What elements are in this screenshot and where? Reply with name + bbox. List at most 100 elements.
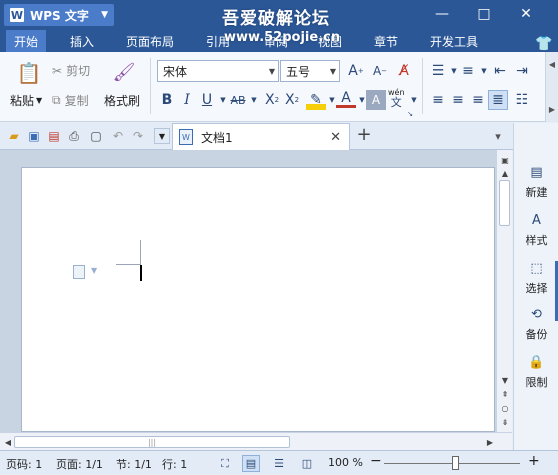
- paste-label: 粘贴: [10, 94, 35, 108]
- document-canvas[interactable]: [0, 150, 496, 432]
- redo-icon[interactable]: ↷: [130, 128, 146, 144]
- paste-button[interactable]: 粘贴 ▼: [10, 92, 42, 109]
- task-restrict-label: 限制: [525, 376, 548, 389]
- horizontal-scrollbar[interactable]: ◀ ||| ▶: [0, 432, 512, 450]
- full-screen-icon[interactable]: ⛶: [216, 455, 234, 472]
- tab-chapter[interactable]: 章节: [366, 30, 406, 52]
- open-folder-icon[interactable]: ▰: [6, 128, 22, 144]
- paragraph-layout-icon[interactable]: [73, 265, 85, 279]
- scroll-down-icon[interactable]: ▼: [497, 374, 513, 386]
- skin-icon[interactable]: 👕: [530, 33, 558, 55]
- horizontal-scroll-thumb[interactable]: |||: [14, 436, 290, 448]
- scroll-right-icon[interactable]: ▶: [482, 436, 498, 448]
- app-menu-button[interactable]: W WPS 文字 ▼: [4, 4, 114, 26]
- task-select-button[interactable]: ⬚ 选择: [514, 253, 558, 301]
- subscript-icon[interactable]: X2: [282, 90, 302, 110]
- vertical-scrollbar[interactable]: ▣ ▲ ▼ ⇞ ○ ⇟: [496, 150, 512, 432]
- maximize-window-button[interactable]: □: [470, 3, 498, 25]
- margin-corner-mark: [140, 240, 141, 265]
- document-page[interactable]: [21, 167, 495, 432]
- cut-button[interactable]: ✂ 剪切: [52, 62, 90, 79]
- style-icon: A: [532, 212, 541, 228]
- task-backup-button[interactable]: ⟲ 备份: [514, 299, 558, 347]
- tab-document[interactable]: W 文档1 ✕: [172, 123, 350, 150]
- char-shading-icon[interactable]: A: [366, 90, 386, 110]
- document-title: 文档1: [201, 130, 233, 145]
- previous-page-icon[interactable]: ⇞: [497, 388, 513, 400]
- margin-corner-mark: [116, 264, 140, 265]
- divider: [150, 58, 151, 114]
- font-name-select[interactable]: 宋体 ▼: [157, 60, 279, 82]
- web-view-icon[interactable]: ◫: [298, 455, 316, 472]
- page-view-icon[interactable]: ▤: [242, 455, 260, 472]
- grow-font-icon[interactable]: A +: [346, 61, 366, 81]
- minimize-window-button[interactable]: —: [428, 3, 456, 25]
- distributed-align-icon[interactable]: ☷: [512, 90, 532, 110]
- backup-icon: ⟲: [531, 306, 542, 322]
- italic-icon[interactable]: I: [177, 90, 197, 110]
- task-style-label: 样式: [525, 234, 548, 247]
- font-name-value: 宋体: [163, 64, 188, 79]
- close-tab-icon[interactable]: ✕: [330, 130, 341, 145]
- chevron-down-icon: ▼: [36, 96, 43, 105]
- font-dialog-launcher-icon[interactable]: ↘: [406, 110, 414, 118]
- decrease-indent-icon[interactable]: ⇤: [490, 61, 510, 81]
- ribbon-scroll[interactable]: ◀ ▶: [545, 52, 558, 122]
- app-name: WPS 文字: [30, 8, 89, 23]
- align-left-icon[interactable]: ≡: [428, 90, 448, 110]
- outline-view-icon[interactable]: ☰: [270, 455, 288, 472]
- scroll-up-icon[interactable]: ▲: [497, 168, 513, 178]
- tab-list-icon[interactable]: ▾: [490, 128, 506, 144]
- tab-developer[interactable]: 开发工具: [422, 30, 486, 52]
- align-right-icon[interactable]: ≡: [468, 90, 488, 110]
- increase-indent-icon[interactable]: ⇥: [512, 61, 532, 81]
- align-center-icon[interactable]: ≡: [448, 90, 468, 110]
- zoom-in-icon[interactable]: +: [528, 453, 540, 469]
- phonetic-char: 文: [390, 96, 402, 109]
- zoom-out-icon[interactable]: −: [370, 453, 382, 469]
- save-icon[interactable]: ▣: [26, 128, 42, 144]
- chevron-up-icon[interactable]: ◀: [549, 60, 555, 69]
- customize-toolbar-icon[interactable]: ▼: [154, 128, 170, 144]
- justify-icon[interactable]: ≣: [488, 90, 508, 110]
- browse-object-icon[interactable]: ○: [497, 402, 513, 414]
- close-window-button[interactable]: ✕: [512, 3, 540, 25]
- format-painter-icon[interactable]: 🖌: [112, 60, 136, 84]
- new-tab-icon[interactable]: +: [356, 124, 372, 145]
- task-style-button[interactable]: A 样式: [514, 205, 558, 253]
- zoom-slider-thumb[interactable]: [452, 456, 459, 470]
- superscript-icon[interactable]: X2: [262, 90, 282, 110]
- tab-home[interactable]: 开始: [6, 30, 47, 52]
- ruler-toggle-icon[interactable]: ▣: [497, 154, 513, 166]
- copy-button[interactable]: ⧉ 复制: [52, 92, 89, 109]
- font-size-select[interactable]: 五号 ▼: [280, 60, 340, 82]
- undo-icon[interactable]: ↶: [110, 128, 126, 144]
- page-number: 页码: 1: [6, 458, 43, 471]
- print-preview-icon[interactable]: ▢: [88, 128, 104, 144]
- chevron-down-icon[interactable]: ▶: [549, 105, 555, 114]
- chevron-down-icon[interactable]: ▼: [91, 266, 97, 275]
- tab-insert[interactable]: 插入: [62, 30, 102, 52]
- new-doc-icon: ▤: [530, 164, 543, 180]
- chevron-down-icon[interactable]: ▼: [404, 90, 424, 110]
- task-restrict-button[interactable]: 🔒 限制: [514, 347, 558, 395]
- scissors-icon: ✂: [52, 63, 63, 78]
- format-painter-button[interactable]: 格式刷: [104, 92, 140, 109]
- task-select-label: 选择: [525, 282, 548, 295]
- copy-label: 复制: [64, 94, 89, 108]
- watermark-title: 吾爱破解论坛: [222, 9, 330, 29]
- shrink-font-icon[interactable]: A −: [370, 61, 390, 81]
- print-icon[interactable]: ⎙: [66, 128, 82, 144]
- copy-icon: ⧉: [52, 93, 61, 107]
- bold-icon[interactable]: B: [157, 90, 177, 110]
- task-new-button[interactable]: ▤ 新建: [514, 157, 558, 205]
- phonetic-guide-button[interactable]: wén 文: [388, 88, 405, 108]
- chevron-down-icon: ▼: [329, 66, 337, 76]
- vertical-scroll-thumb[interactable]: [499, 180, 510, 226]
- export-pdf-icon[interactable]: ▤: [46, 128, 62, 144]
- clear-format-icon[interactable]: A̸: [394, 61, 414, 81]
- next-page-icon[interactable]: ⇟: [497, 416, 513, 428]
- tab-page-layout[interactable]: 页面布局: [118, 30, 182, 52]
- paste-icon[interactable]: 📋: [16, 60, 42, 86]
- chevron-down-icon[interactable]: ▼: [244, 90, 264, 110]
